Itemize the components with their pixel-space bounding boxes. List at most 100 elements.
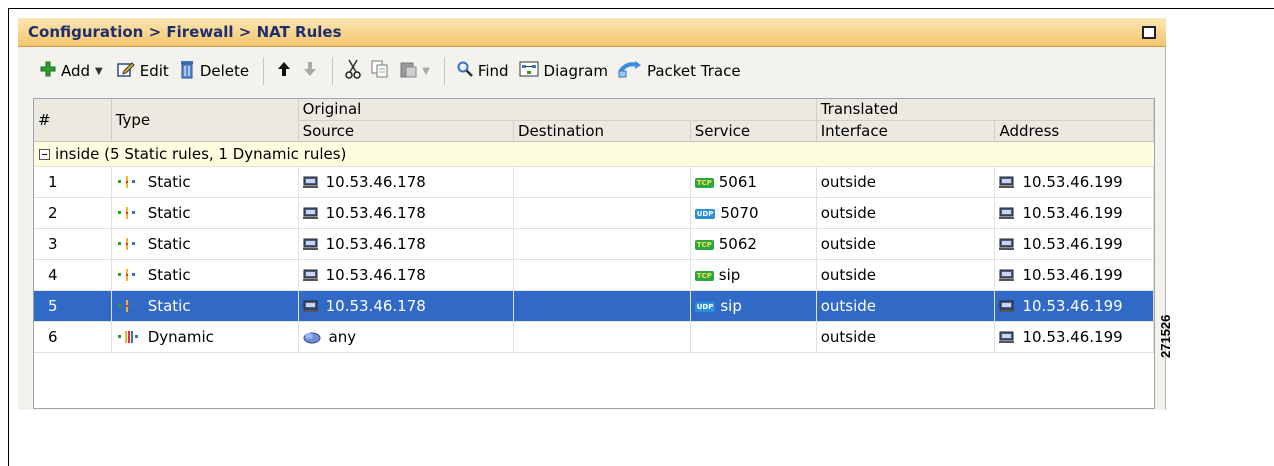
cell-address-label: 10.53.46.199 [1022,234,1123,253]
computer-icon [302,204,326,222]
cell-destination [513,321,691,353]
column-header-destination[interactable]: Destination [513,120,691,142]
column-header-address-label: Address [999,121,1060,140]
edit-button[interactable]: Edit [117,61,169,81]
cell-type: Static [111,290,299,322]
column-header-type[interactable]: Type [111,99,299,142]
packet-trace-label: Packet Trace [646,62,741,80]
cell-source: any [298,321,514,353]
cell-source-label: 10.53.46.178 [325,234,426,253]
table-row[interactable]: 3 Static 10.53.46.178 TCP 5062 outside 10.53.4… [34,228,1154,260]
cell-number: 1 [34,166,112,198]
static-nat-icon [116,173,148,191]
column-header-type-label: Type [115,110,151,129]
cell-number: 3 [34,228,112,260]
computer-icon [999,173,1022,191]
packet-trace-button[interactable]: Packet Trace [618,60,741,82]
find-button[interactable]: Find [457,61,509,81]
cell-address: 10.53.46.199 [994,290,1154,322]
cell-source: 10.53.46.178 [298,166,514,198]
delete-button[interactable]: Delete [179,59,249,83]
arrow-up-icon [276,61,292,81]
cell-address: 10.53.46.199 [994,321,1154,353]
cell-interface: outside [816,228,996,260]
table-row[interactable]: 2 Static 10.53.46.178 UDP 5070 outside 10.53.4… [34,197,1154,229]
cell-service: UDP 5070 [690,197,817,229]
cell-type: Static [111,228,299,260]
column-header-number-label: # [38,110,51,129]
table-row[interactable]: 5 Static 10.53.46.178 UDP sip outside 10.53.46… [34,290,1154,322]
computer-icon [999,297,1022,315]
move-down-button[interactable] [302,61,318,81]
column-header-interface[interactable]: Interface [816,120,996,142]
cell-type-label: Static [147,172,191,191]
cell-service: UDP sip [690,290,817,322]
cell-number: 6 [34,321,112,353]
paste-button[interactable]: ▼ [399,60,430,82]
collapse-minus-icon[interactable] [39,148,50,160]
static-nat-icon [116,266,148,284]
column-header-number[interactable]: # [34,99,112,142]
cell-destination [513,228,691,260]
cell-service-label: 5062 [718,234,757,253]
cell-source: 10.53.46.178 [298,228,514,260]
cell-service-label: sip [720,296,742,315]
toolbar-separator [443,57,445,85]
cell-number: 2 [34,197,112,229]
cell-type-label: Static [147,234,191,253]
scissors-icon [345,59,361,83]
diagram-label: Diagram [543,62,608,80]
cell-source: 10.53.46.178 [298,197,514,229]
computer-icon [302,297,326,315]
add-dropdown-chevron-icon[interactable]: ▼ [95,66,103,77]
cell-service [690,321,817,353]
column-group-original: Original [298,99,817,121]
computer-icon [302,266,326,284]
toolbar-separator [332,57,334,85]
computer-icon [302,173,326,191]
nat-rules-table: # Type Original Translated Source Destin… [33,98,1155,409]
cell-destination [513,259,691,291]
move-up-button[interactable] [276,61,292,81]
arrow-down-icon [302,61,318,81]
diagram-button[interactable]: Diagram [519,61,608,81]
cell-address: 10.53.46.199 [994,197,1154,229]
copy-button[interactable] [371,60,389,82]
maximize-button[interactable] [1142,26,1156,39]
cell-address: 10.53.46.199 [994,259,1154,291]
edit-label: Edit [139,62,169,80]
computer-icon [999,266,1022,284]
computer-icon [999,235,1022,253]
column-header-address[interactable]: Address [994,120,1154,142]
tcp-protocol-icon: TCP [694,239,714,250]
cell-type-label: Static [147,203,191,222]
cell-type-label: Static [147,296,191,315]
cell-type-label: Dynamic [147,327,214,346]
cell-service: TCP 5062 [690,228,817,260]
column-header-service[interactable]: Service [690,120,817,142]
udp-protocol-icon: UDP [694,208,716,219]
tcp-protocol-icon: TCP [694,177,714,188]
table-row[interactable]: 6 Dynamic any outside 10.53.46.199 [34,321,1154,353]
cell-address: 10.53.46.199 [994,166,1154,198]
cell-type-label: Static [147,265,191,284]
cut-button[interactable] [345,59,361,83]
add-button[interactable]: Add ▼ [40,61,103,81]
cell-source: 10.53.46.178 [298,259,514,291]
cell-type: Static [111,166,299,198]
magnifier-icon [457,61,473,81]
dynamic-nat-icon [116,328,148,346]
cell-number: 4 [34,259,112,291]
column-group-original-label: Original [302,100,362,119]
figure-border-left [8,8,9,466]
cell-destination [513,290,691,322]
udp-protocol-icon: UDP [694,301,716,312]
column-header-service-label: Service [694,121,751,140]
column-header-source[interactable]: Source [298,120,514,142]
section-row-inside[interactable]: inside (5 Static rules, 1 Dynamic rules) [34,141,1154,167]
table-row[interactable]: 4 Static 10.53.46.178 TCP sip outside 10.53.46… [34,259,1154,291]
delete-label: Delete [199,62,250,80]
paste-dropdown-chevron-icon[interactable]: ▼ [422,66,430,77]
column-group-translated-label: Translated [820,100,899,119]
table-row[interactable]: 1 Static 10.53.46.178 TCP 5061 outside 10.53.4… [34,166,1154,198]
